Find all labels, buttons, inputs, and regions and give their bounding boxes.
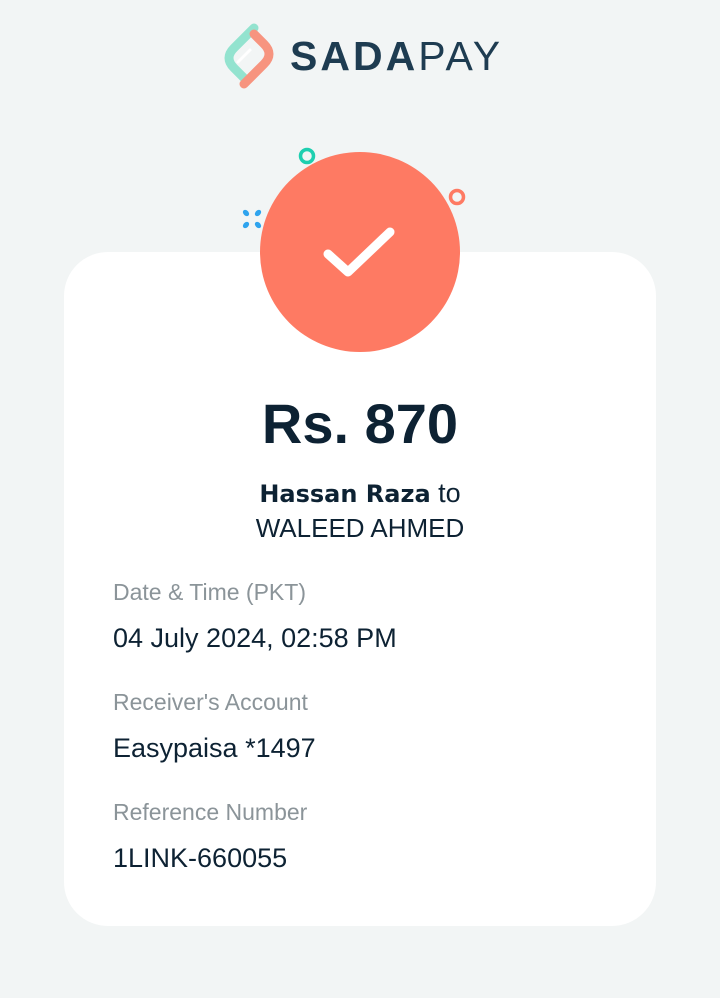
sadapay-logo-icon xyxy=(224,23,274,89)
date-time-label: Date & Time (PKT) xyxy=(113,579,306,605)
transfer-parties: Hassan Raza to WALEED AHMED xyxy=(0,476,720,545)
connector-text: to xyxy=(438,478,461,508)
brand-logo: SADAPAY xyxy=(220,22,503,90)
sender-line: Hassan Raza to xyxy=(0,476,720,511)
brand-name-bold: SADA xyxy=(290,32,419,79)
receiver-name: WALEED AHMED xyxy=(255,513,465,543)
sender-name: Hassan Raza xyxy=(259,480,431,508)
confetti-ring-coral-icon xyxy=(448,188,466,206)
confetti-sparkle-blue-icon xyxy=(242,209,262,229)
brand-wordmark: SADAPAY xyxy=(290,32,504,79)
receiver-account-value: Easypaisa *1497 xyxy=(113,733,316,763)
reference-number-value: 1LINK-660055 xyxy=(113,843,288,873)
date-time-value: 04 July 2024, 02:58 PM xyxy=(113,623,397,653)
transaction-amount: Rs. 870 xyxy=(261,392,459,455)
check-icon xyxy=(323,227,395,277)
success-badge xyxy=(260,152,460,352)
brand-name-light: PAY xyxy=(418,32,504,79)
receiver-account-label: Receiver's Account xyxy=(113,689,308,715)
reference-number-label: Reference Number xyxy=(113,799,308,825)
